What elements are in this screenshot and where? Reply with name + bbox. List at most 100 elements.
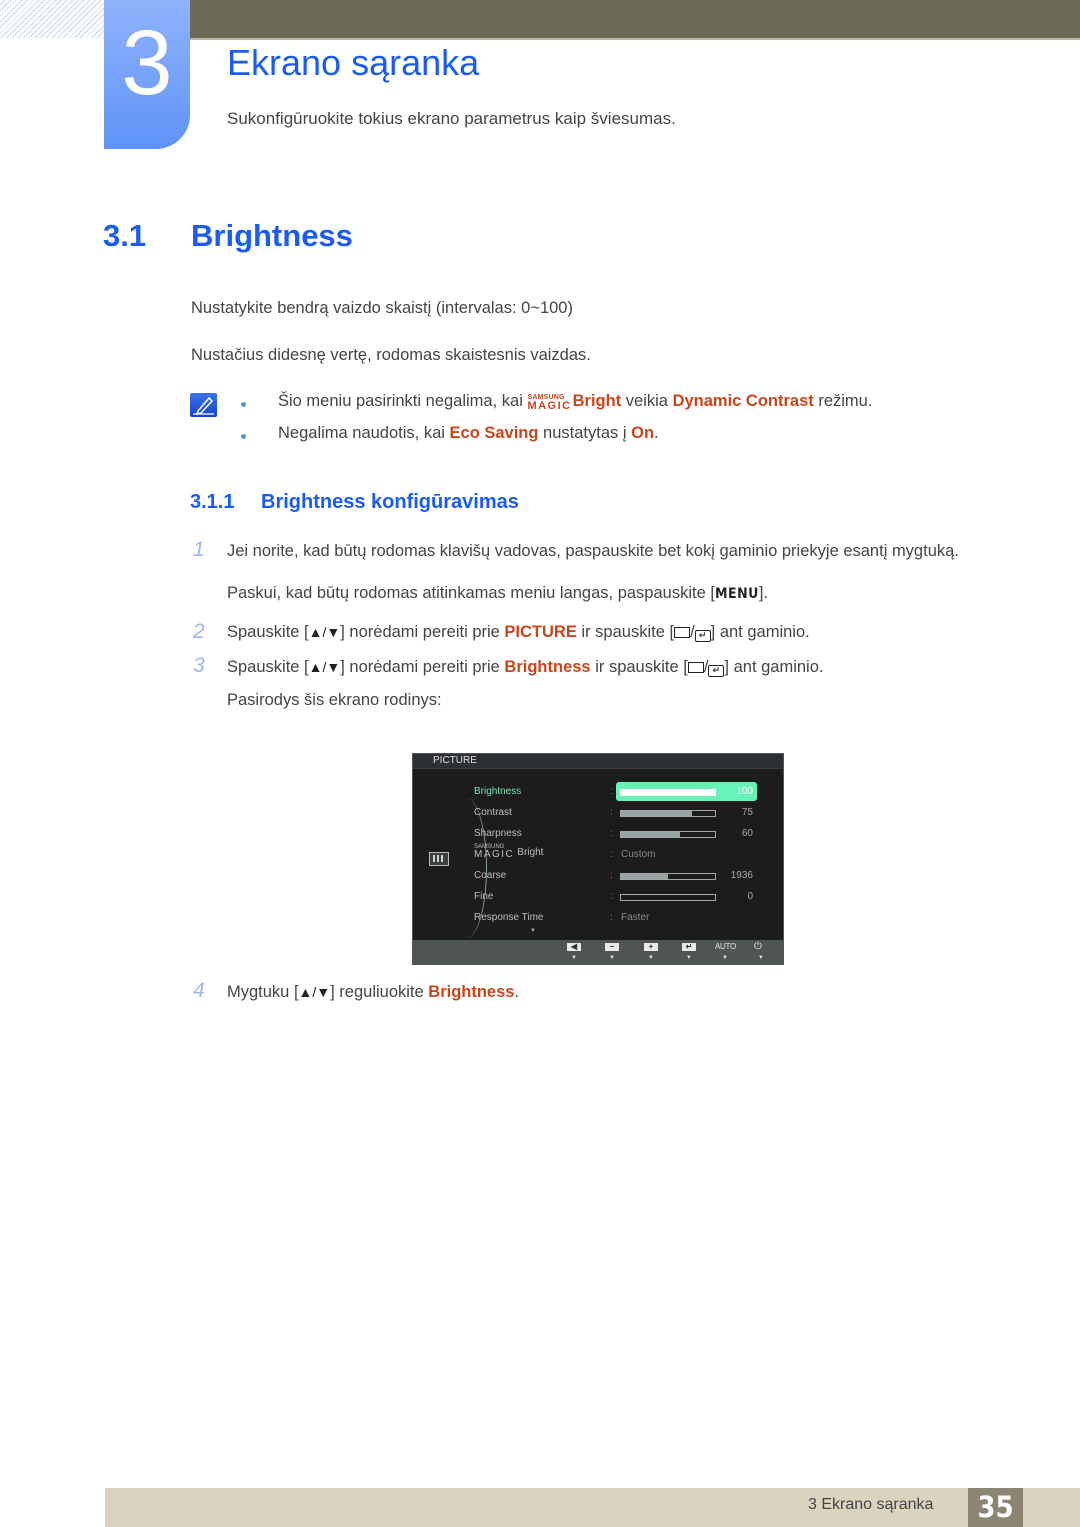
button-indicator-arrow-icon: ▼: [686, 955, 692, 961]
up-down-arrow-icon: ▲/▼: [308, 624, 341, 640]
power-button[interactable]: ⏻: [754, 941, 762, 952]
menu-key-icon: MENU: [714, 586, 759, 602]
osd-colon: :: [610, 849, 613, 860]
picture-menu-icon: [429, 852, 449, 866]
page-number: 35: [977, 1490, 1014, 1524]
note-text: Negalima naudotis, kai: [278, 424, 450, 442]
plus-button[interactable]: +: [644, 943, 658, 951]
source-icon: [687, 662, 704, 673]
osd-slider-fill: [620, 789, 716, 796]
osd-row-label[interactable]: Contrast: [474, 807, 512, 819]
osd-slider-value: 75: [741, 807, 753, 818]
osd-row-label[interactable]: Response Time: [474, 912, 543, 924]
section-paragraph: Nustatykite bendrą vaizdo skaistį (inter…: [191, 299, 573, 317]
step-text: Spauskite [▲/▼] norėdami pereiti prie Br…: [227, 656, 823, 678]
osd-slider-value: 60: [741, 828, 753, 839]
up-down-arrow-icon: ▲/▼: [308, 659, 341, 675]
step-text-part: ir spauskite [: [576, 623, 675, 641]
osd-slider-fill: [621, 811, 692, 816]
osd-row-label[interactable]: SAMSUNG MAGIC Bright: [474, 844, 544, 860]
osd-title: PICTURE: [433, 755, 477, 766]
up-down-arrow-icon: ▲/▼: [298, 984, 331, 1000]
osd-slider-value: 100: [736, 786, 753, 797]
step-text-part: Spauskite [: [227, 658, 309, 676]
osd-slider[interactable]: [620, 831, 716, 838]
button-indicator-arrow-icon: ▼: [571, 955, 577, 961]
footer-chapter-label: 3 Ekrano sąranka: [808, 1496, 934, 1513]
osd-slider[interactable]: [620, 873, 716, 880]
step-number: 3: [193, 654, 205, 677]
button-indicator-arrow-icon: ▼: [609, 955, 615, 961]
osd-colon: :: [610, 828, 613, 839]
step-text: Jei norite, kad būtų rodomas klavišų vad…: [227, 542, 959, 560]
step-text-part: Mygtuku [: [227, 983, 299, 1001]
step-number: 2: [193, 620, 205, 643]
osd-colon: :: [610, 807, 613, 818]
note-item: Negalima naudotis, kai Eco Saving nustat…: [278, 422, 659, 444]
minus-button[interactable]: −: [605, 943, 619, 951]
section-paragraph: Nustačius didesnę vertę, rodomas skaiste…: [191, 346, 591, 364]
samsung-magic-logo: SAMSUNG MAGIC: [527, 394, 571, 412]
note-item: Šio meniu pasirinkti negalima, kai SAMSU…: [278, 390, 872, 412]
section-number: 3.1: [103, 218, 147, 253]
osd-colon: :: [610, 912, 613, 923]
note-text: Šio meniu pasirinkti negalima, kai: [278, 392, 528, 410]
decorative-hatch: [0, 0, 105, 38]
osd-option-value: Custom: [621, 849, 656, 860]
highlight-picture: PICTURE: [504, 623, 577, 641]
osd-slider[interactable]: [620, 894, 716, 901]
osd-row-label[interactable]: Fine: [474, 891, 493, 903]
step-text-part: .: [514, 983, 520, 1001]
note-pencil-icon: [190, 393, 217, 417]
note-text: režimu.: [813, 392, 873, 410]
osd-option-value: Faster: [621, 912, 650, 923]
left-arrow-button[interactable]: ◀: [567, 943, 581, 951]
step-text-part: ] norėdami pereiti prie: [340, 658, 505, 676]
osd-row-label[interactable]: Coarse: [474, 870, 506, 882]
step-text-part: Spauskite [: [227, 623, 309, 641]
highlight-brightness: Brightness: [504, 658, 591, 676]
footer-bar: [105, 1488, 1080, 1527]
step-text-part: ir spauskite [: [590, 658, 688, 676]
subsection-number: 3.1.1: [190, 491, 235, 513]
enter-icon: ↵: [694, 630, 711, 642]
step-text: Pasirodys šis ekrano rodinys:: [227, 691, 442, 709]
auto-button[interactable]: AUTO: [715, 942, 736, 952]
logo-magic: MAGIC: [474, 849, 515, 860]
button-indicator-arrow-icon: ▼: [722, 955, 728, 961]
step-text-part: ] ant gaminio.: [724, 658, 824, 676]
step-text: Spauskite [▲/▼] norėdami pereiti prie PI…: [227, 621, 810, 643]
top-bar: [190, 0, 1080, 40]
osd-row-label[interactable]: Brightness: [474, 786, 521, 798]
osd-slider-fill: [621, 874, 668, 879]
logo-magic: MAGIC: [527, 400, 572, 412]
osd-slider-value: 0: [747, 891, 753, 902]
highlight-eco-saving: Eco Saving: [449, 424, 539, 442]
step-text: Mygtuku [▲/▼] reguliuokite Brightness.: [227, 981, 519, 1003]
osd-row-label-text: Bright: [517, 847, 544, 858]
note-text: .: [654, 424, 659, 442]
step-text-part: ].: [758, 584, 769, 602]
highlight-bright: Bright: [572, 392, 622, 410]
button-indicator-arrow-icon: ▼: [648, 955, 654, 961]
enter-button[interactable]: ↵: [682, 943, 696, 951]
osd-slider[interactable]: [620, 810, 716, 817]
highlight-brightness: Brightness: [428, 983, 515, 1001]
scroll-down-indicator: ▼: [530, 928, 536, 934]
chapter-title: Ekrano sąranka: [227, 42, 480, 83]
osd-row-label[interactable]: Sharpness: [474, 828, 522, 840]
osd-slider-value: 1936: [730, 870, 753, 881]
step-text: Paskui, kad būtų rodomas atitinkamas men…: [227, 582, 768, 605]
note-text: nustatytas į: [538, 424, 632, 442]
osd-colon: :: [610, 786, 613, 797]
slash: /: [690, 623, 695, 641]
section-title: Brightness: [191, 218, 353, 253]
step-number: 4: [193, 979, 205, 1002]
highlight-dynamic-contrast: Dynamic Contrast: [672, 392, 814, 410]
bullet-icon: [241, 434, 246, 439]
osd-slider[interactable]: [620, 789, 716, 796]
note-text: veikia: [621, 392, 673, 410]
step-text-part: Paskui, kad būtų rodomas atitinkamas men…: [227, 584, 715, 602]
osd-colon: :: [610, 870, 613, 881]
osd-screenshot: PICTURE Brightness: 100 Contrast: 75 Sharpne…: [412, 753, 784, 965]
